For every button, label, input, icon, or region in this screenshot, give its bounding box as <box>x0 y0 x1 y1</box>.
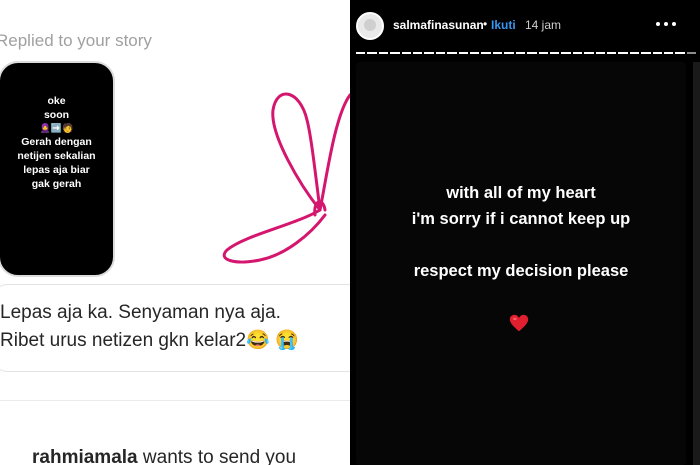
progress-segment <box>470 52 480 54</box>
progress-segment <box>549 52 560 54</box>
message-request[interactable]: rahmiamala wants to send you <box>32 447 296 465</box>
story-text: with all of my heart i'm sorry if i cann… <box>356 180 686 284</box>
progress-segment <box>584 52 594 54</box>
story-text-line: respect my decision please <box>413 262 629 280</box>
preview-line: gak gerah <box>31 178 82 190</box>
message-line: Lepas aja ka. Senyaman nya aja. <box>0 302 281 323</box>
progress-segment <box>390 52 400 54</box>
story-preview-thumbnail[interactable]: oke soon 🧕➡️🧑 Gerah dengan netijen sekal… <box>0 61 115 277</box>
progress-segment <box>641 52 651 54</box>
story-header: salmafinasunan • Ikuti 14 jam <box>350 0 700 52</box>
preview-line: lepas aja biar <box>23 164 90 176</box>
progress-segment <box>492 52 503 54</box>
heart-doodle-icon <box>222 92 350 264</box>
progress-segment <box>572 52 583 54</box>
preview-line: Gerah dengan <box>21 136 92 148</box>
story-text-line: with all of my heart <box>446 184 596 202</box>
message-text: Lepas aja ka. Senyaman nya aja. Ribet ur… <box>0 299 350 355</box>
progress-segment <box>652 52 662 54</box>
request-label: wants to send you <box>137 447 297 465</box>
avatar[interactable] <box>356 12 384 40</box>
progress-segment <box>595 52 605 54</box>
progress-segment <box>458 52 469 54</box>
progress-segment <box>606 52 617 54</box>
progress-segment <box>413 52 423 54</box>
dm-panel: Replied to your story oke soon 🧕➡️🧑 Gera… <box>0 0 350 465</box>
preview-line: soon <box>43 109 70 121</box>
divider <box>0 400 350 401</box>
progress-segment <box>378 52 389 54</box>
progress-segment <box>686 52 697 54</box>
progress-segment <box>401 52 412 54</box>
progress-segment <box>504 52 514 54</box>
replied-label: Replied to your story <box>0 31 152 50</box>
story-username[interactable]: salmafinasunan <box>393 18 484 32</box>
progress-segment <box>561 52 571 54</box>
request-username[interactable]: rahmiamala <box>32 447 138 465</box>
progress-segment <box>629 52 640 54</box>
more-options-icon[interactable] <box>654 15 678 33</box>
progress-segment <box>435 52 446 54</box>
story-viewer: salmafinasunan • Ikuti 14 jam with all o… <box>350 0 700 465</box>
story-text-line: i'm sorry if i cannot keep up <box>411 210 631 228</box>
preview-line: oke <box>47 95 66 107</box>
progress-segment <box>424 52 434 54</box>
preview-line: netijen sekalian <box>17 150 96 162</box>
preview-emoji-icons: 🧕➡️🧑 <box>39 123 74 133</box>
crying-emoji-icon: 😭 <box>275 330 299 351</box>
story-progress-bar <box>356 52 697 55</box>
story-timestamp: 14 jam <box>525 18 562 32</box>
progress-segment <box>538 52 548 54</box>
separator-dot: • <box>483 17 488 31</box>
progress-segment <box>515 52 526 54</box>
progress-segment <box>447 52 457 54</box>
red-heart-icon <box>509 314 529 332</box>
progress-segment <box>481 52 491 54</box>
progress-segment <box>618 52 628 54</box>
follow-button[interactable]: Ikuti <box>491 18 516 32</box>
progress-segment <box>663 52 674 54</box>
progress-segment <box>356 52 366 54</box>
story-edge <box>693 62 700 465</box>
progress-segment <box>527 52 537 54</box>
message-line: Ribet urus netizen gkn kelar2 <box>0 330 247 351</box>
progress-segment <box>675 52 685 54</box>
laughing-emoji-icon: 😂 <box>246 330 270 351</box>
progress-segment <box>367 52 377 54</box>
